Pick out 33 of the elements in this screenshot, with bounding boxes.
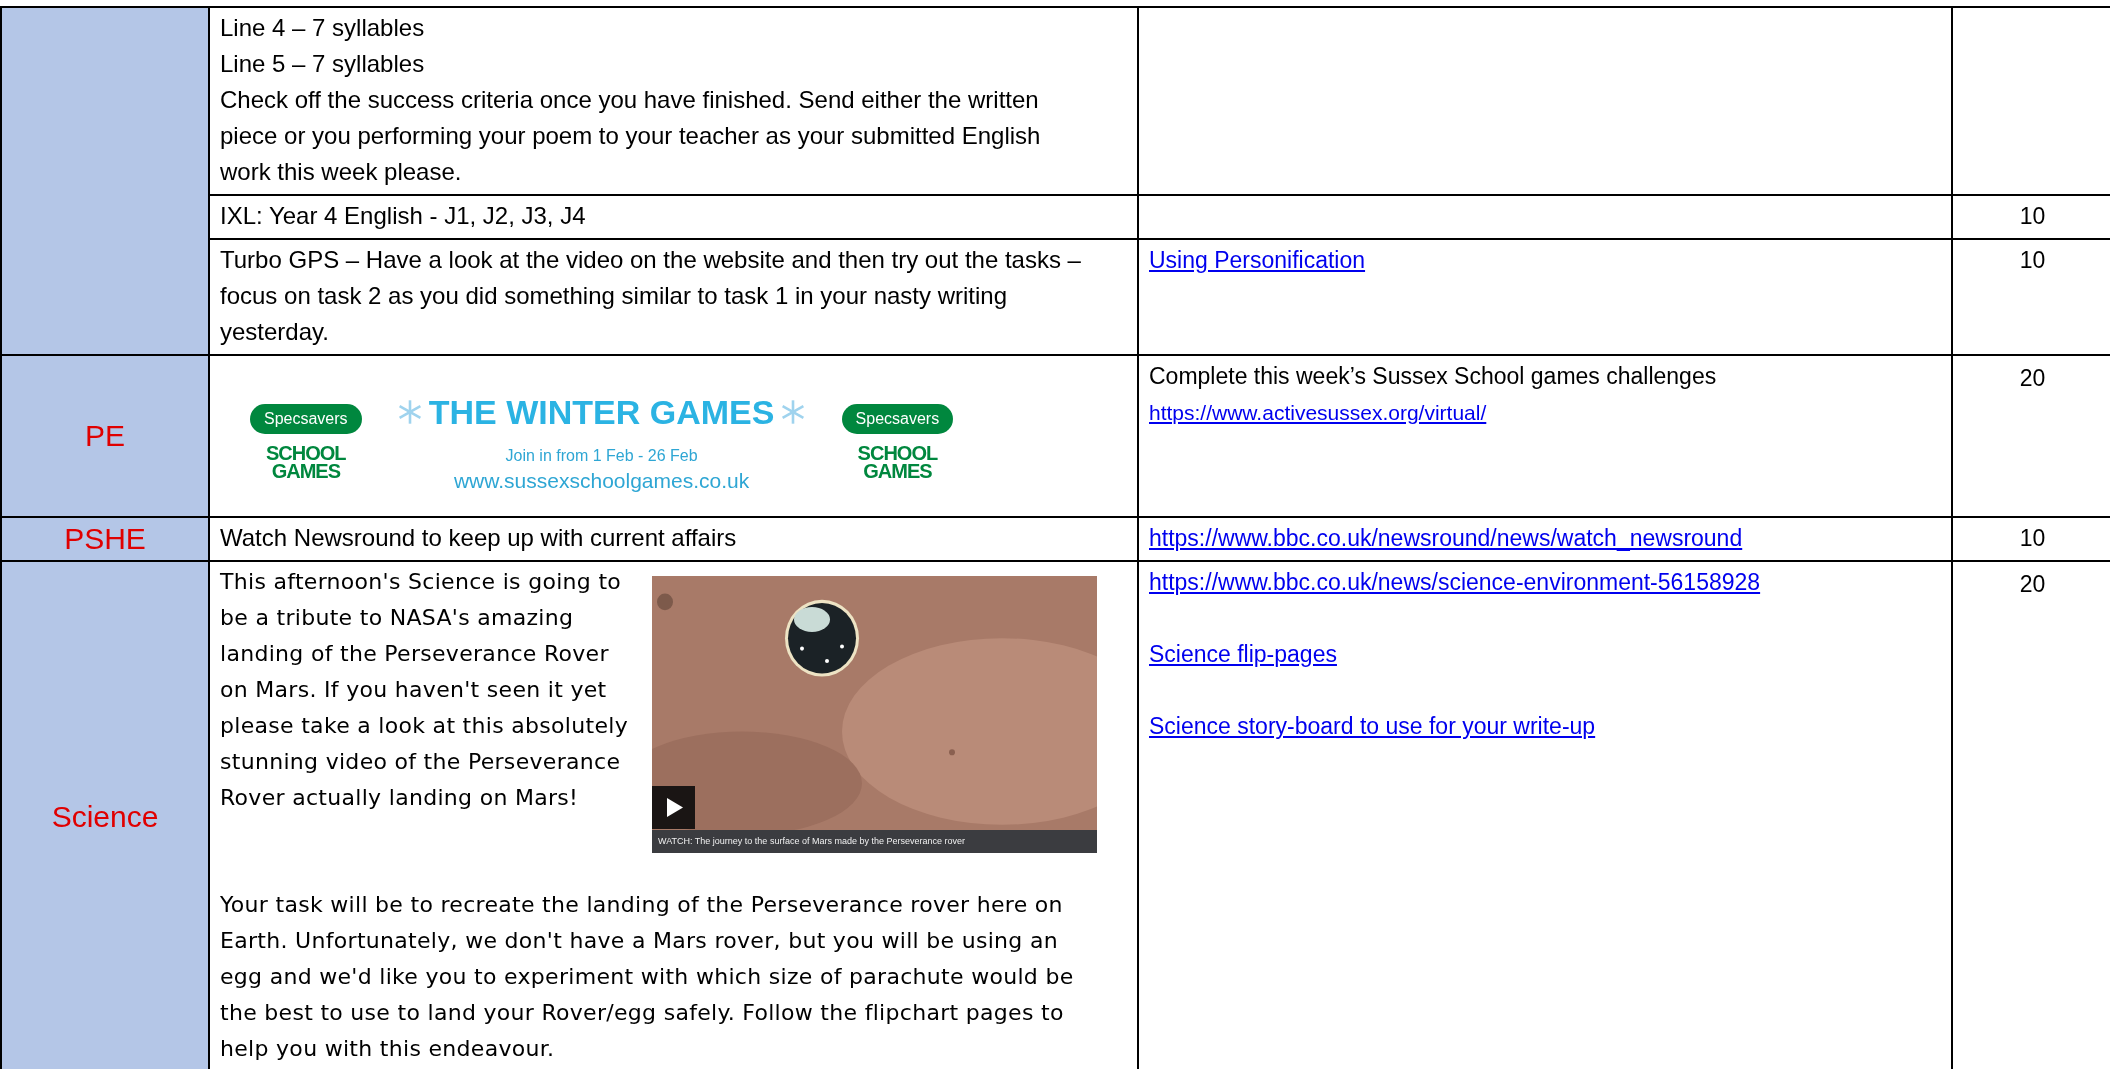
subject-label: PSHE [64,522,146,555]
task-text: Check off the success criteria once you have finished. Send either the written piece or you performing your poem to your teacher as your submitted English work this week please. [220,85,1042,187]
banner-dates: Join in from 1 Feb - 26 Feb [505,446,698,466]
task-text: Line 4 – 7 syllables [220,13,426,43]
school-games-logo: SCHOOL GAMES [857,444,938,480]
sponsor-logo: Specsavers [250,404,362,434]
sponsor-logo: Specsavers [841,404,954,434]
task-text: Watch Newsround to keep up with current affairs [220,523,738,553]
task-text: IXL: Year 4 English - J1, J2, J3, J4 [220,201,587,231]
resource-text: Complete this week’s Sussex School games challenges [1149,362,1718,391]
resource-link[interactable]: https://www.activesussex.org/virtual/ [1149,401,1487,424]
resource-link[interactable]: Science flip-pages [1149,641,1337,667]
snowflake-icon [780,399,807,425]
resource-link[interactable]: Using Personification [1149,247,1366,273]
minutes-value: 20 [2019,571,2046,597]
subject-label: PE [85,419,125,452]
resource-link[interactable]: Science story-board to use for your write-up [1149,713,1596,739]
play-button[interactable] [652,786,695,829]
subject-label: Science [51,799,159,833]
banner-title: THE WINTER GAMES [428,392,775,433]
video-caption: WATCH: The journey to the surface of Mars made by the Perseverance rover [652,830,1097,853]
school-games-logo: SCHOOL GAMES [266,444,346,480]
resource-link[interactable]: https://www.bbc.co.uk/news/science-environment-56158928 [1149,569,1761,595]
minutes-value: 10 [2019,525,2046,551]
task-text: This afternoon's Science is going to be a tribute to NASA's amazing landing of the Perseverance Rover on Mars. If you haven't seen it yet please take a look at this absolutely stunning video of the Perseverance Rover actually landing on Mars! [220,568,629,812]
task-text: Your task will be to recreate the landing of the Perseverance rover here on Earth. Unfortunately, we don't have a Mars rover, but you will be using an egg and we'd like you to experiment with which size of parachute would be the best to use to land your Rover/egg safely. Follow the flipchart pages to help you with this endeavour. [220,891,1075,1063]
task-text: Line 5 – 7 syllables [220,49,426,79]
minutes-value: 20 [2019,365,2046,391]
task-text: Turbo GPS – Have a look at the video on the website and then try out the tasks – focus on task 2 as you did something similar to task 1 in your nasty writing yesterday. [220,245,1082,347]
snowflake-icon [396,399,423,425]
minutes-value: 10 [2019,203,2046,229]
minutes-value: 10 [2019,247,2046,273]
banner-website: www.sussexschoolgames.co.uk [453,468,750,494]
